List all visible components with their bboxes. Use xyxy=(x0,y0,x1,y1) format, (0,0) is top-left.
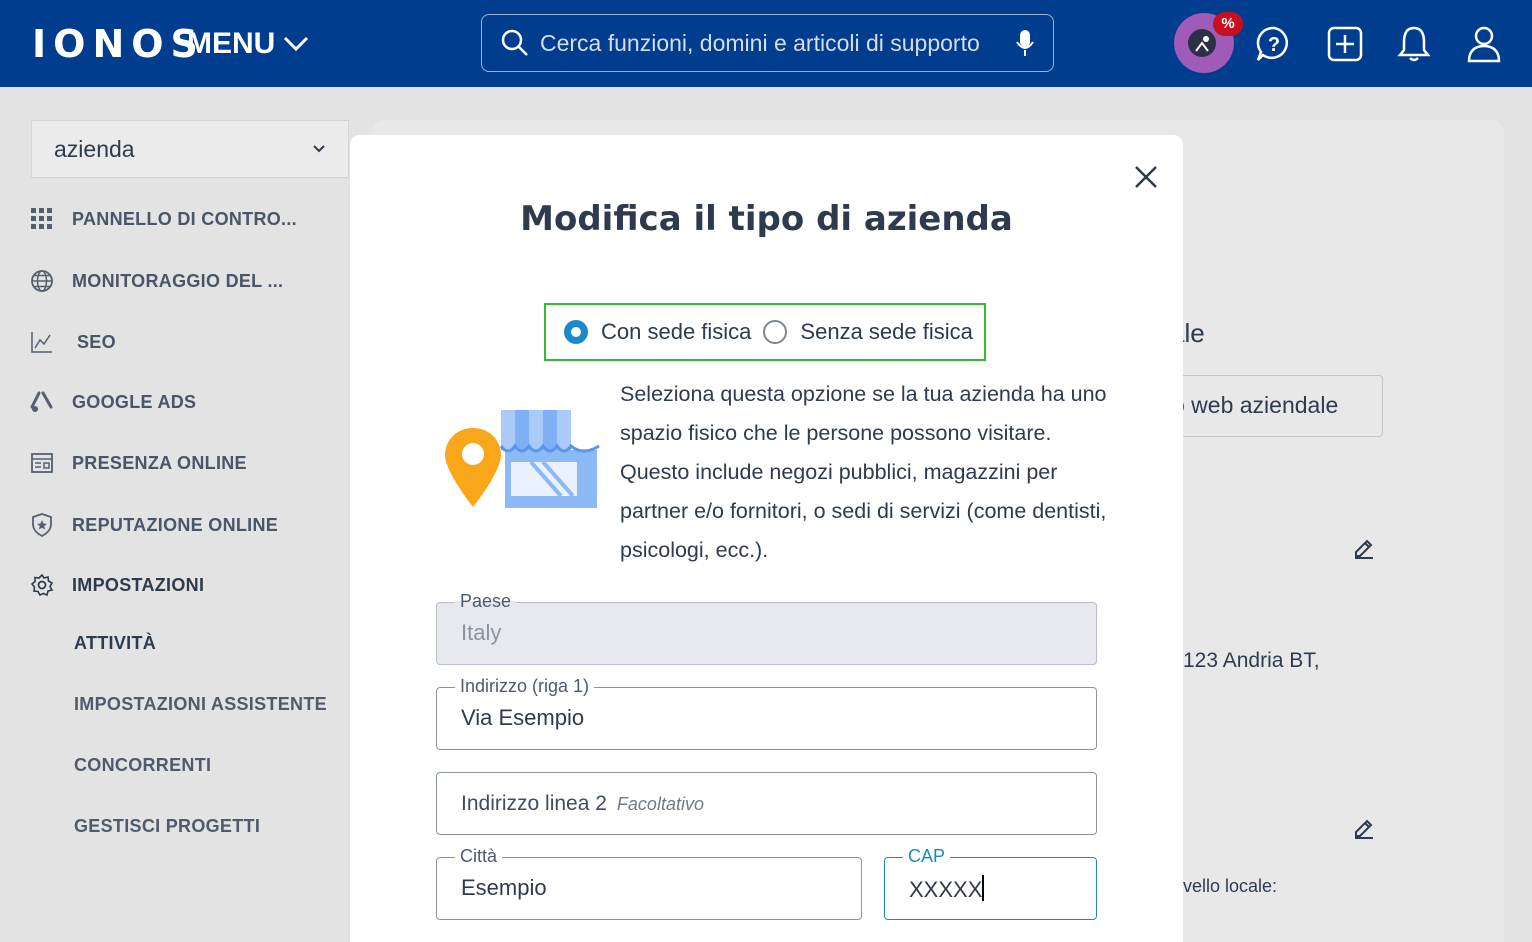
sidebar-item-label: IMPOSTAZIONI xyxy=(72,574,205,595)
gear-icon xyxy=(30,573,54,597)
modal-title: Modifica il tipo di azienda xyxy=(520,199,1013,239)
address-line1-value: Via Esempio xyxy=(461,705,585,730)
radio-physical-location[interactable]: Con sede fisica xyxy=(564,319,751,345)
sidebar-subitem-competitors[interactable]: CONCORRENTI xyxy=(74,755,211,776)
search-placeholder: Cerca funzioni, domini e articoli di sup… xyxy=(540,29,980,56)
chevron-down-icon xyxy=(313,145,325,153)
menu-button[interactable]: MENU xyxy=(187,26,309,62)
promo-badge: % xyxy=(1213,12,1243,36)
city-field[interactable]: Città Esempio xyxy=(436,844,862,920)
sidebar-subitem-activity[interactable]: ATTIVITÀ xyxy=(74,633,156,654)
text-cursor xyxy=(982,875,985,901)
user-icon[interactable] xyxy=(1466,24,1502,64)
address-line2-placeholder: Indirizzo linea 2 xyxy=(461,792,607,815)
optional-hint: Facoltativo xyxy=(616,794,704,814)
shield-star-icon xyxy=(32,513,52,538)
business-selector-value: azienda xyxy=(54,135,135,162)
background-local-label: vello locale: xyxy=(1183,876,1278,896)
globe-icon xyxy=(31,270,53,292)
sidebar-item-label: GOOGLE ADS xyxy=(72,391,197,412)
edit-pencil-icon[interactable] xyxy=(1352,816,1376,840)
search-input[interactable]: Cerca funzioni, domini e articoli di sup… xyxy=(481,14,1054,72)
city-field-label: Città xyxy=(455,844,503,868)
listing-icon xyxy=(31,453,53,473)
radio-unchecked-indicator xyxy=(763,320,788,344)
sidebar-item-dashboard[interactable]: PANNELLO DI CONTRO... xyxy=(30,207,297,231)
background-address: 123 Andria BT, xyxy=(1183,649,1320,672)
city-field-value: Esempio xyxy=(461,875,547,900)
business-type-radio-group: Con sede fisica Senza sede fisica xyxy=(544,303,986,361)
menu-label: MENU xyxy=(187,27,276,60)
storefront-location-icon xyxy=(445,410,600,508)
google-ads-icon xyxy=(30,391,53,412)
sidebar-item-reputation[interactable]: REPUTAZIONE ONLINE xyxy=(30,512,278,538)
sidebar-item-label: PRESENZA ONLINE xyxy=(72,452,247,473)
edit-business-type-modal: Modifica il tipo di azienda Con sede fis… xyxy=(350,135,1183,942)
sidebar-item-settings[interactable]: IMPOSTAZIONI xyxy=(30,573,204,597)
chevron-down-icon xyxy=(284,36,309,52)
background-button-label: o web aziendale xyxy=(1172,392,1339,418)
option-description: Seleziona questa opzione se la tua azien… xyxy=(620,382,1107,562)
radio-label: Senza sede fisica xyxy=(800,319,973,344)
sidebar-item-label: PANNELLO DI CONTRO... xyxy=(72,208,297,229)
edit-pencil-icon[interactable] xyxy=(1352,536,1376,560)
radio-checked-indicator xyxy=(564,320,588,344)
address-line2-placeholder-wrap: Indirizzo linea 2 Facoltativo xyxy=(461,792,704,816)
ionos-logo[interactable]: IONOS xyxy=(32,22,205,66)
top-bar: IONOS MENU Cerca funzioni, domini e arti… xyxy=(0,0,1532,87)
sidebar-subitem-manage-projects[interactable]: GESTISCI PROGETTI xyxy=(74,816,260,837)
address-line1-field[interactable]: Indirizzo (riga 1) Via Esempio xyxy=(436,674,1097,750)
svg-text:?: ? xyxy=(1268,34,1280,56)
sidebar-item-google-ads[interactable]: GOOGLE ADS xyxy=(30,390,196,414)
microphone-icon[interactable] xyxy=(1015,28,1035,58)
zip-field-label: CAP xyxy=(903,844,951,868)
sidebar-item-seo[interactable]: SEO xyxy=(30,330,116,354)
country-field-label: Paese xyxy=(455,589,517,613)
chart-icon xyxy=(31,332,52,353)
grid-icon xyxy=(31,208,52,229)
sidebar-item-label: MONITORAGGIO DEL ... xyxy=(72,270,284,291)
sidebar-item-online-presence[interactable]: PRESENZA ONLINE xyxy=(30,451,247,475)
sidebar-item-monitoring[interactable]: MONITORAGGIO DEL ... xyxy=(30,269,283,293)
radio-label: Con sede fisica xyxy=(601,319,752,344)
add-icon[interactable] xyxy=(1326,25,1364,63)
country-field-value: Italy xyxy=(461,620,502,645)
sidebar-item-label: REPUTAZIONE ONLINE xyxy=(72,514,279,535)
search-icon xyxy=(501,29,528,56)
zip-field[interactable]: CAP XXXXX xyxy=(884,844,1097,920)
help-icon[interactable]: ? xyxy=(1255,25,1293,63)
address-line2-field[interactable]: Indirizzo linea 2 Facoltativo xyxy=(436,772,1097,835)
zip-field-value: XXXXX xyxy=(909,877,983,902)
sidebar-subitem-assistant-settings[interactable]: IMPOSTAZIONI ASSISTENTE xyxy=(74,694,327,715)
country-field[interactable]: Paese Italy xyxy=(436,589,1097,665)
bell-icon[interactable] xyxy=(1396,25,1432,63)
business-selector[interactable]: azienda xyxy=(31,120,349,178)
sidebar-item-label: SEO xyxy=(77,331,116,352)
zip-field-value-wrap: XXXXX xyxy=(909,875,985,903)
close-icon[interactable] xyxy=(1132,163,1160,191)
address-line1-label: Indirizzo (riga 1) xyxy=(455,674,595,698)
radio-no-physical-location[interactable]: Senza sede fisica xyxy=(763,319,973,345)
